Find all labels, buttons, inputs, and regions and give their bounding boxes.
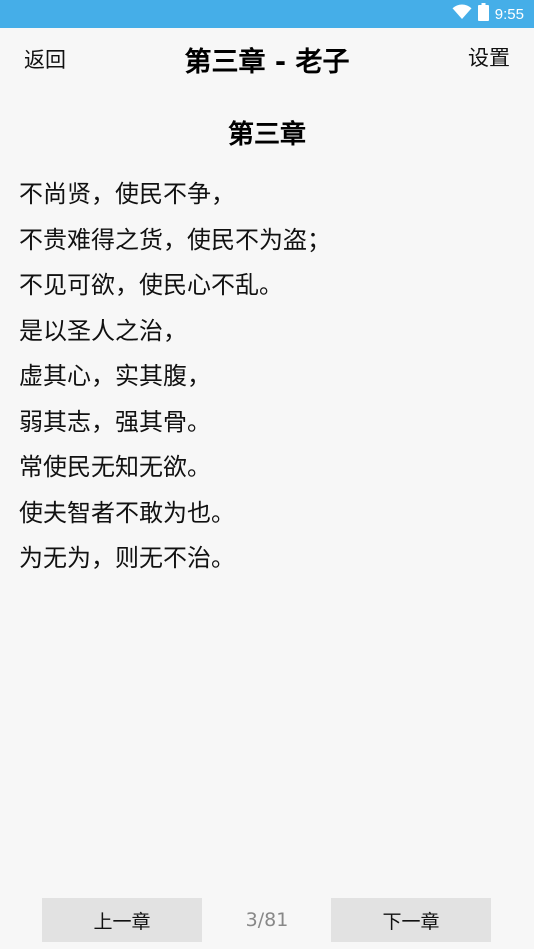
status-icons: 9:55 xyxy=(452,3,524,25)
header: 返回 第三章 - 老子 设置 xyxy=(0,28,534,86)
text-line: 为无为，则无不治。 xyxy=(19,544,235,572)
text-line: 使夫智者不敢为也。 xyxy=(19,498,235,527)
chapter-content: 不尚贤，使民不争， 不贵难得之货，使民不为盗； 不见可欲，使民心不乱。 是以圣人… xyxy=(19,172,519,582)
text-line: 不贵难得之货，使民不为盗； xyxy=(19,225,331,254)
page-indicator: 3/81 xyxy=(245,909,289,931)
text-line: 常使民无知无欲。 xyxy=(19,453,211,481)
battery-icon xyxy=(477,3,489,25)
page-title: 第三章 - 老子 xyxy=(184,47,350,78)
text-line: 不见可欲，使民心不乱。 xyxy=(19,271,283,299)
text-line: 不尚贤，使民不争， xyxy=(19,180,235,208)
next-chapter-button[interactable]: 下一章 xyxy=(331,898,491,942)
footer: 上一章 3/81 下一章 xyxy=(0,898,534,944)
chapter-heading: 第三章 xyxy=(227,120,306,150)
text-line: 是以圣人之治， xyxy=(19,316,187,345)
text-line: 虚其心，实其腹， xyxy=(19,362,211,390)
status-bar: 9:55 xyxy=(0,0,534,28)
status-time: 9:55 xyxy=(494,5,524,23)
wifi-icon xyxy=(452,4,472,24)
settings-button[interactable]: 设置 xyxy=(468,42,510,72)
text-line: 弱其志，强其骨。 xyxy=(19,407,211,436)
prev-chapter-button[interactable]: 上一章 xyxy=(42,898,202,942)
